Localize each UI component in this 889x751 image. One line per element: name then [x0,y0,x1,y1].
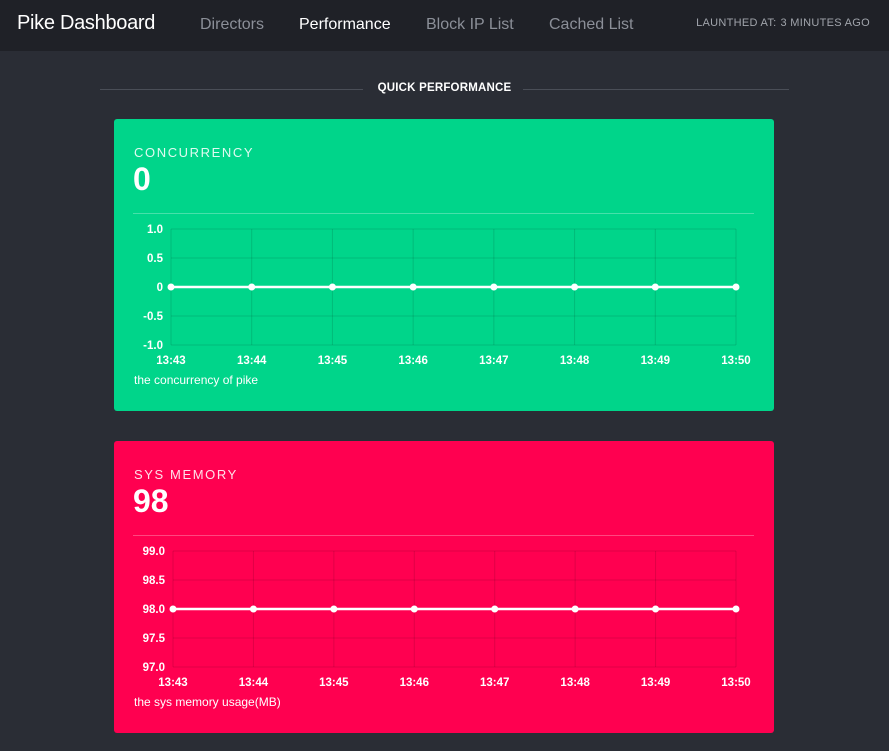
x-tick-label: 13:49 [641,677,670,689]
nav-item-block-ip-list[interactable]: Block IP List [426,16,514,34]
x-tick-label: 13:47 [479,355,508,367]
data-point [167,283,175,291]
concurrency-chart: 1.0 0.5 0 -0.5 -1.0 13:43 13:44 13:45 13:46 13:47… [143,224,751,367]
y-tick-label: 98.5 [143,575,166,587]
x-tick-label: 13:46 [400,677,429,689]
card-description: the sys memory usage(MB) [134,695,281,709]
section-title: QUICK PERFORMANCE [377,82,512,94]
x-tick-label: 13:45 [318,355,348,367]
data-point [249,605,257,613]
y-tick-label: 97.0 [143,662,165,674]
y-tick-label: -0.5 [143,311,163,323]
x-tick-label: 13:46 [398,355,427,367]
card-divider [133,535,754,536]
x-tick-label: 13:47 [480,677,509,689]
y-tick-label: 1.0 [147,224,163,236]
x-tick-label: 13:50 [721,677,750,689]
card-divider [133,213,754,214]
x-tick-label: 13:48 [560,355,590,367]
x-tick-label: 13:44 [239,677,269,689]
launch-label: LAUNTHED AT: [696,17,777,29]
launch-value: 3 MINUTES AGO [780,17,870,29]
sys-memory-card: SYS MEMORY 98 99.0 98.5 98.0 97.5 97.0 13:43 1… [114,441,774,733]
x-tick-label: 13:43 [156,355,185,367]
x-tick-label: 13:45 [319,677,349,689]
data-point [732,605,740,613]
section-header: QUICK PERFORMANCE [100,82,789,98]
x-tick-label: 13:50 [721,355,750,367]
data-point [491,605,499,613]
x-tick-label: 13:44 [237,355,267,367]
data-point [410,605,418,613]
y-tick-label: 98.0 [143,604,165,616]
data-point [409,283,417,291]
card-value: 0 [133,161,151,197]
nav-item-performance[interactable]: Performance [299,16,391,34]
launch-info: LAUNTHED AT: 3 MINUTES AGO [696,17,870,29]
x-tick-label: 13:48 [560,677,590,689]
y-tick-label: -1.0 [143,340,163,352]
data-point [169,605,177,613]
y-tick-label: 0.5 [147,253,164,265]
data-point [652,605,660,613]
nav-item-cached-list[interactable]: Cached List [549,16,634,34]
data-point [571,605,579,613]
nav-item-directors[interactable]: Directors [200,16,264,34]
card-description: the concurrency of pike [134,373,259,387]
card-title: SYS MEMORY [134,467,238,482]
y-tick-label: 0 [157,282,163,294]
y-tick-label: 97.5 [143,633,166,645]
data-point [248,283,256,291]
data-point [490,283,498,291]
data-point [732,283,740,291]
data-point [651,283,659,291]
sys-memory-chart: 99.0 98.5 98.0 97.5 97.0 13:43 13:44 13:45 13:46… [143,546,751,689]
app-title[interactable]: Pike Dashboard [17,12,155,35]
data-point [571,283,579,291]
card-value: 98 [133,483,169,519]
concurrency-card: CONCURRENCY 0 1.0 0.5 0 -0.5 -1.0 13:43 13:44 1… [114,119,774,411]
data-point [330,605,338,613]
y-tick-label: 99.0 [143,546,165,558]
data-point [328,283,336,291]
top-navbar: Pike Dashboard Directors Performance Blo… [0,0,889,51]
x-tick-label: 13:43 [158,677,187,689]
x-tick-label: 13:49 [641,355,670,367]
card-title: CONCURRENCY [134,145,255,160]
